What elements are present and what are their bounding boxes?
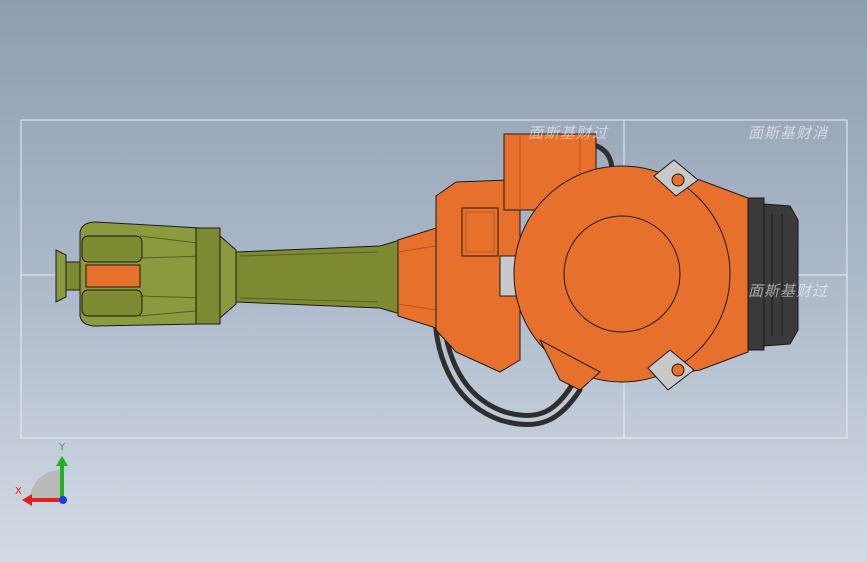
forearm-tube xyxy=(235,239,401,315)
z-axis-dot xyxy=(59,496,67,504)
watermark-2: 面斯基财消 xyxy=(748,124,829,142)
watermark-3: 面斯基财过 xyxy=(748,282,829,300)
3d-graphics-viewport[interactable]: 面斯基财过 面斯基财消 面斯基财过 Y X xyxy=(0,0,867,562)
y-axis-head xyxy=(56,456,68,466)
y-axis-label: Y xyxy=(59,442,66,453)
wrist-housing xyxy=(79,221,237,327)
base-joint xyxy=(513,165,749,391)
x-axis-label: X xyxy=(15,486,22,497)
rear-motor-pack xyxy=(747,197,799,351)
triad-plane xyxy=(29,469,62,500)
forearm-collar xyxy=(397,227,437,329)
view-orientation-triad[interactable] xyxy=(22,456,68,506)
watermark-1: 面斯基财过 xyxy=(528,124,609,142)
robot-model-view[interactable] xyxy=(0,0,867,562)
x-axis-head xyxy=(22,494,32,506)
